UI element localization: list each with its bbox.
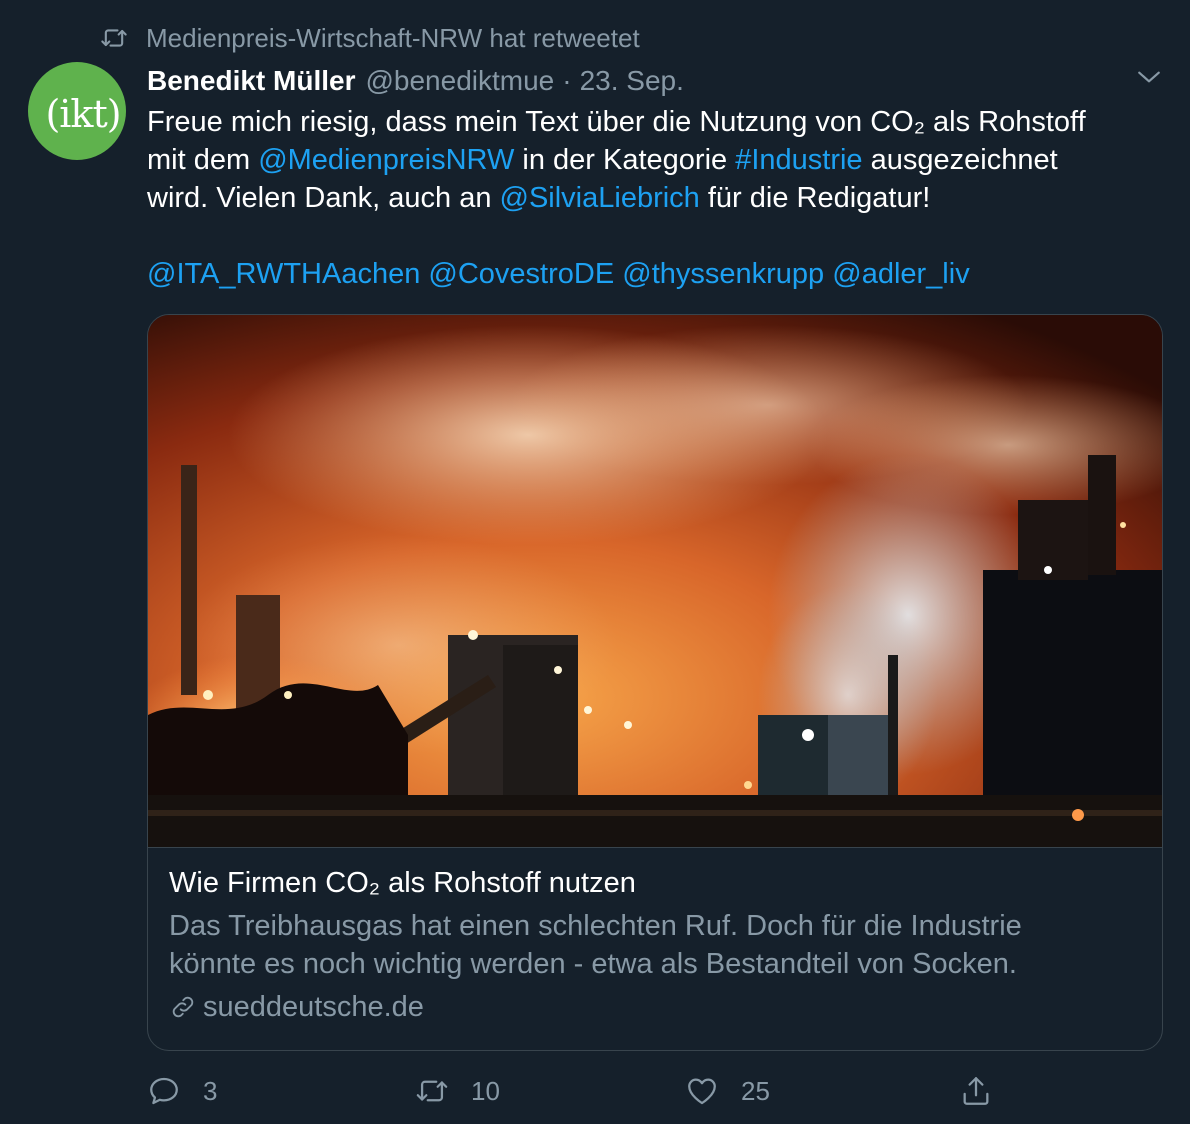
header-separator: · [562, 65, 572, 96]
hashtag-link[interactable]: #Industrie [735, 144, 862, 176]
retweet-icon [101, 29, 127, 47]
link-card[interactable]: Wie Firmen CO₂ als Rohstoff nutzen Das T… [147, 314, 1163, 1051]
avatar-text: (ikt) [45, 92, 121, 136]
card-domain-text: sueddeutsche.de [203, 991, 424, 1023]
like-count: 25 [741, 1075, 770, 1106]
author-handle[interactable]: @benediktmue [365, 65, 554, 97]
retweet-count: 10 [471, 1075, 500, 1106]
tweet-date[interactable]: 23. Sep. [580, 65, 684, 97]
tweet-text-segment: ausgezeichnet [862, 144, 1058, 176]
mention-link[interactable]: @MedienpreisNRW [258, 144, 514, 176]
card-description-line: könnte es noch wichtig werden - etwa als… [169, 948, 1017, 980]
tweet-header: Benedikt Müller @benediktmue · 23. Sep. [147, 62, 684, 100]
avatar[interactable]: (ikt) [28, 62, 126, 160]
tweet-text-line-2: mit dem @MedienpreisNRW in der Kategorie… [147, 141, 1157, 179]
tweet-text-line-1: Freue mich riesig, dass mein Text über d… [147, 106, 1086, 138]
mention-link[interactable]: @ITA_RWTHAachen [147, 258, 420, 290]
tweet-mentions-line: @ITA_RWTHAachen @CovestroDE @thyssenkrup… [147, 255, 1157, 293]
retweet-context: Medienpreis-Wirtschaft-NRW hat retweetet [100, 22, 640, 54]
tweet-text-segment: mit dem [147, 144, 259, 176]
card-image[interactable] [148, 315, 1162, 848]
mention-link[interactable]: @adler_liv [832, 258, 969, 290]
card-text: Wie Firmen CO₂ als Rohstoff nutzen Das T… [169, 863, 1149, 1027]
like-button[interactable]: 25 [685, 1068, 770, 1114]
card-description: Das Treibhausgas hat einen schlechten Ru… [169, 907, 1149, 983]
reply-count: 3 [203, 1075, 218, 1106]
retweet-button[interactable]: 10 [415, 1068, 500, 1114]
author-name[interactable]: Benedikt Müller [147, 65, 355, 97]
heart-icon [688, 1078, 716, 1105]
action-bar: 3 10 25 [147, 1068, 1007, 1114]
industrial-plant-photo [148, 315, 1162, 847]
mention-link[interactable]: @thyssenkrupp [622, 258, 824, 290]
card-description-line: Das Treibhausgas hat einen schlechten Ru… [169, 910, 1022, 942]
mention-link[interactable]: @SilviaLiebrich [500, 182, 700, 214]
tweet-text-segment: wird. Vielen Dank, auch an [147, 182, 500, 214]
retweet-context-text[interactable]: Medienpreis-Wirtschaft-NRW hat retweetet [146, 23, 640, 54]
share-icon [963, 1077, 989, 1105]
mention-link[interactable]: @CovestroDE [428, 258, 614, 290]
tweet-text-segment: in der Kategorie [514, 144, 736, 176]
chevron-down-icon[interactable] [1136, 64, 1162, 90]
tweet[interactable]: Medienpreis-Wirtschaft-NRW hat retweetet… [0, 0, 1190, 1124]
tweet-text-line-3: wird. Vielen Dank, auch an @SilviaLiebri… [147, 179, 1157, 217]
tweet-text: Freue mich riesig, dass mein Text über d… [147, 103, 1157, 293]
card-domain: sueddeutsche.de [169, 987, 1149, 1027]
link-icon [172, 996, 194, 1018]
reply-icon [150, 1077, 178, 1105]
card-title: Wie Firmen CO₂ als Rohstoff nutzen [169, 867, 636, 899]
share-button[interactable] [959, 1068, 993, 1114]
tweet-text-segment: für die Redigatur! [699, 182, 931, 214]
reply-button[interactable]: 3 [147, 1068, 217, 1114]
retweet-icon [416, 1080, 448, 1102]
